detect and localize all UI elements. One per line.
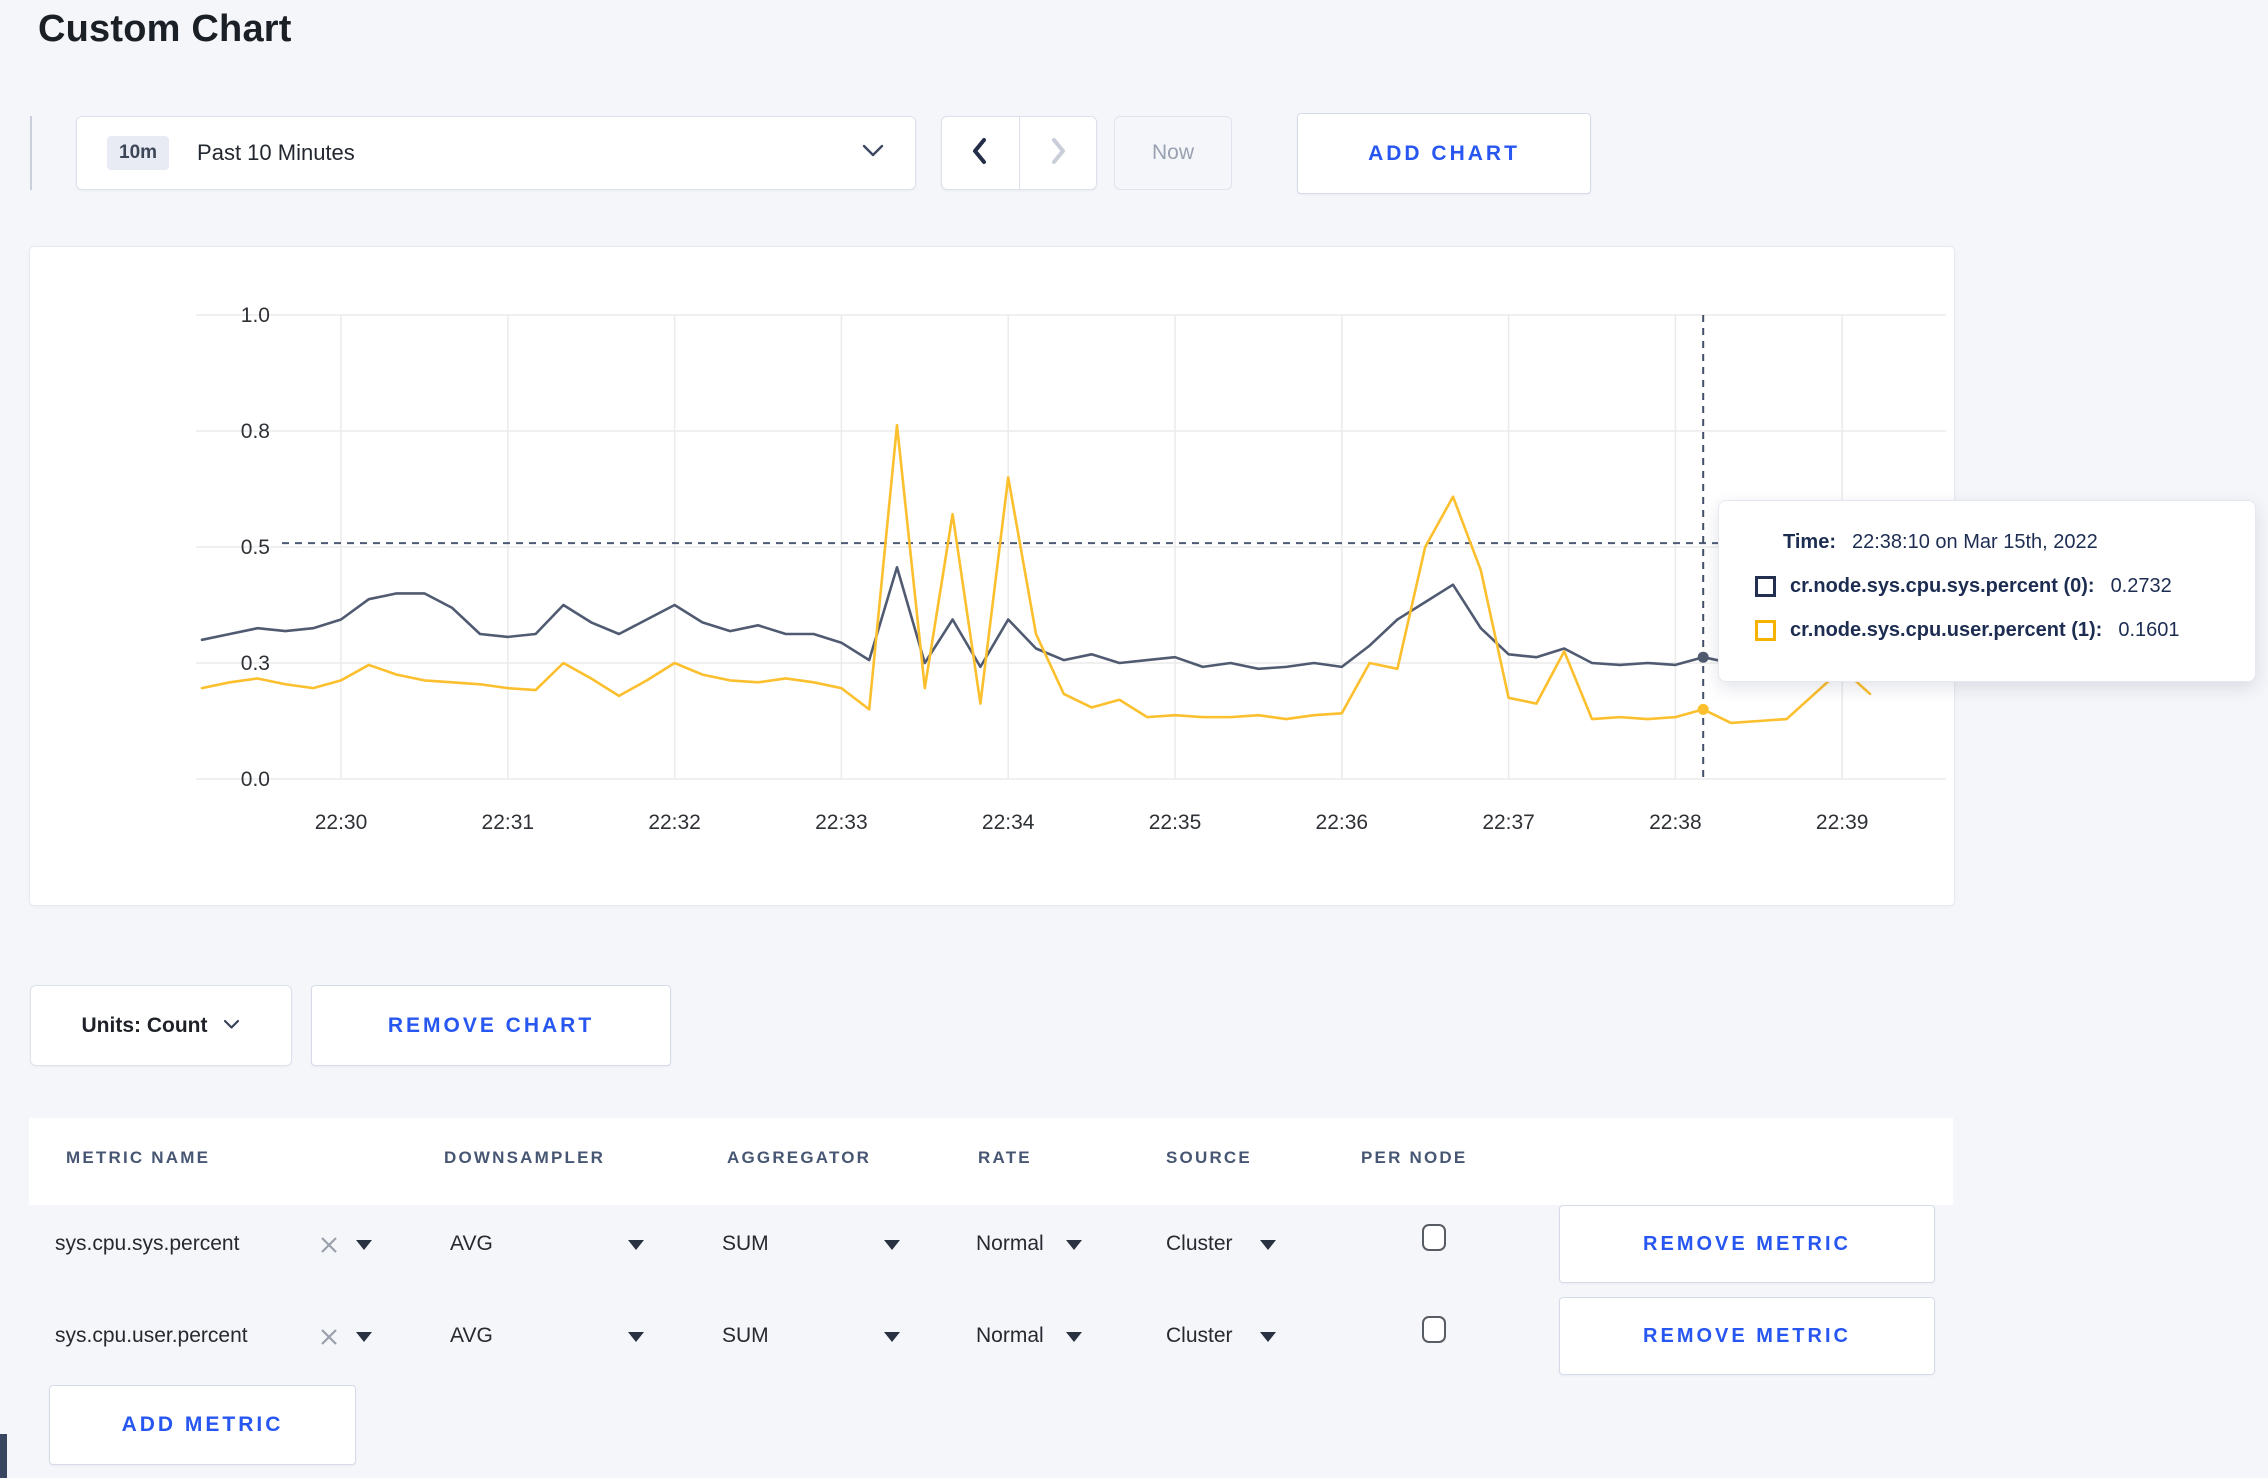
svg-text:0.3: 0.3: [241, 652, 270, 675]
svg-text:22:35: 22:35: [1149, 811, 1202, 834]
toolbar-accent-divider: [30, 116, 32, 190]
tooltip-series-value: 0.2732: [2110, 575, 2172, 597]
svg-text:0.8: 0.8: [241, 420, 270, 443]
caret-down-icon[interactable]: [628, 1240, 644, 1250]
downsampler-select[interactable]: AVG: [450, 1232, 493, 1256]
time-next-button[interactable]: [1018, 117, 1097, 189]
caret-down-icon[interactable]: [884, 1240, 900, 1250]
source-select[interactable]: Cluster: [1166, 1324, 1233, 1348]
svg-text:1.0: 1.0: [241, 304, 270, 327]
time-pager: [941, 116, 1097, 190]
per-node-checkbox[interactable]: [1422, 1224, 1446, 1251]
series-user-swatch-icon: [1755, 620, 1776, 641]
col-header-metric-name: METRIC NAME: [66, 1148, 211, 1167]
units-label: Units: Count: [81, 1013, 208, 1037]
caret-down-icon[interactable]: [1260, 1240, 1276, 1250]
caret-down-icon[interactable]: [1066, 1240, 1082, 1250]
series-sys-swatch-icon: [1755, 576, 1776, 597]
svg-text:22:32: 22:32: [648, 811, 701, 834]
col-header-per-node: PER NODE: [1361, 1148, 1468, 1167]
custom-chart-page: Custom Chart 10m Past 10 Minutes Now ADD…: [0, 0, 2268, 1478]
caret-down-icon[interactable]: [628, 1332, 644, 1342]
svg-text:22:31: 22:31: [482, 811, 535, 834]
aggregator-select[interactable]: SUM: [722, 1232, 769, 1256]
timescale-badge: 10m: [107, 136, 170, 170]
svg-text:0.5: 0.5: [241, 536, 270, 559]
svg-text:22:33: 22:33: [815, 811, 868, 834]
now-button[interactable]: Now: [1114, 116, 1232, 190]
time-prev-button[interactable]: [942, 117, 1019, 189]
per-node-checkbox[interactable]: [1422, 1316, 1446, 1343]
svg-text:22:37: 22:37: [1482, 811, 1535, 834]
clipped-edge-element: [0, 1434, 7, 1478]
tooltip-series-label: cr.node.sys.cpu.sys.percent (0):: [1790, 575, 2095, 597]
col-header-aggregator: AGGREGATOR: [727, 1148, 872, 1167]
downsampler-select[interactable]: AVG: [450, 1324, 493, 1348]
svg-text:22:38: 22:38: [1649, 811, 1702, 834]
svg-text:22:39: 22:39: [1816, 811, 1869, 834]
units-dropdown[interactable]: Units: Count: [30, 985, 292, 1066]
timescale-dropdown[interactable]: 10m Past 10 Minutes: [76, 116, 916, 190]
timescale-label: Past 10 Minutes: [197, 140, 355, 165]
source-select[interactable]: Cluster: [1166, 1232, 1233, 1256]
caret-down-icon[interactable]: [1260, 1332, 1276, 1342]
clear-metric-icon[interactable]: [318, 1326, 340, 1353]
chart-card: 22:30 22:31 22:32 22:33 22:34 22:35 22:36 22:37…: [29, 246, 1955, 906]
svg-text:0.0: 0.0: [241, 768, 270, 791]
chart-tooltip: Time: 22:38:10 on Mar 15th, 2022 cr.node…: [1718, 500, 2256, 682]
col-header-rate: RATE: [978, 1148, 1032, 1167]
page-title: Custom Chart: [38, 8, 292, 50]
remove-metric-button[interactable]: REMOVE METRIC: [1559, 1205, 1935, 1283]
rate-select[interactable]: Normal: [976, 1324, 1044, 1348]
metric-name-select[interactable]: sys.cpu.user.percent: [55, 1324, 248, 1348]
add-chart-button[interactable]: ADD CHART: [1297, 113, 1591, 194]
tooltip-series-label: cr.node.sys.cpu.user.percent (1):: [1790, 619, 2103, 641]
svg-text:22:30: 22:30: [315, 811, 368, 834]
tooltip-time-label: Time:: [1783, 531, 1836, 553]
metrics-table-header: METRIC NAME DOWNSAMPLER AGGREGATOR RATE …: [29, 1118, 1953, 1205]
svg-text:22:36: 22:36: [1316, 811, 1369, 834]
col-header-downsampler: DOWNSAMPLER: [444, 1148, 606, 1167]
caret-down-icon[interactable]: [1066, 1332, 1082, 1342]
add-metric-button[interactable]: ADD METRIC: [49, 1385, 356, 1465]
caret-down-icon[interactable]: [356, 1240, 372, 1250]
chevron-right-icon: [1047, 136, 1069, 171]
timeseries-chart[interactable]: 22:30 22:31 22:32 22:33 22:34 22:35 22:36 22:37…: [30, 247, 1954, 905]
tooltip-series-value: 0.1601: [2118, 619, 2180, 641]
caret-down-icon[interactable]: [884, 1332, 900, 1342]
rate-select[interactable]: Normal: [976, 1232, 1044, 1256]
aggregator-select[interactable]: SUM: [722, 1324, 769, 1348]
caret-down-icon[interactable]: [356, 1332, 372, 1342]
col-header-source: SOURCE: [1166, 1148, 1252, 1167]
remove-metric-button[interactable]: REMOVE METRIC: [1559, 1297, 1935, 1375]
svg-text:22:34: 22:34: [982, 811, 1035, 834]
clear-metric-icon[interactable]: [318, 1234, 340, 1261]
chevron-down-icon: [861, 143, 885, 163]
chevron-left-icon: [969, 136, 991, 171]
chevron-down-icon: [223, 1017, 240, 1035]
remove-chart-button[interactable]: REMOVE CHART: [311, 985, 671, 1066]
metric-name-select[interactable]: sys.cpu.sys.percent: [55, 1232, 239, 1256]
tooltip-time-value: 22:38:10 on Mar 15th, 2022: [1851, 531, 2098, 553]
